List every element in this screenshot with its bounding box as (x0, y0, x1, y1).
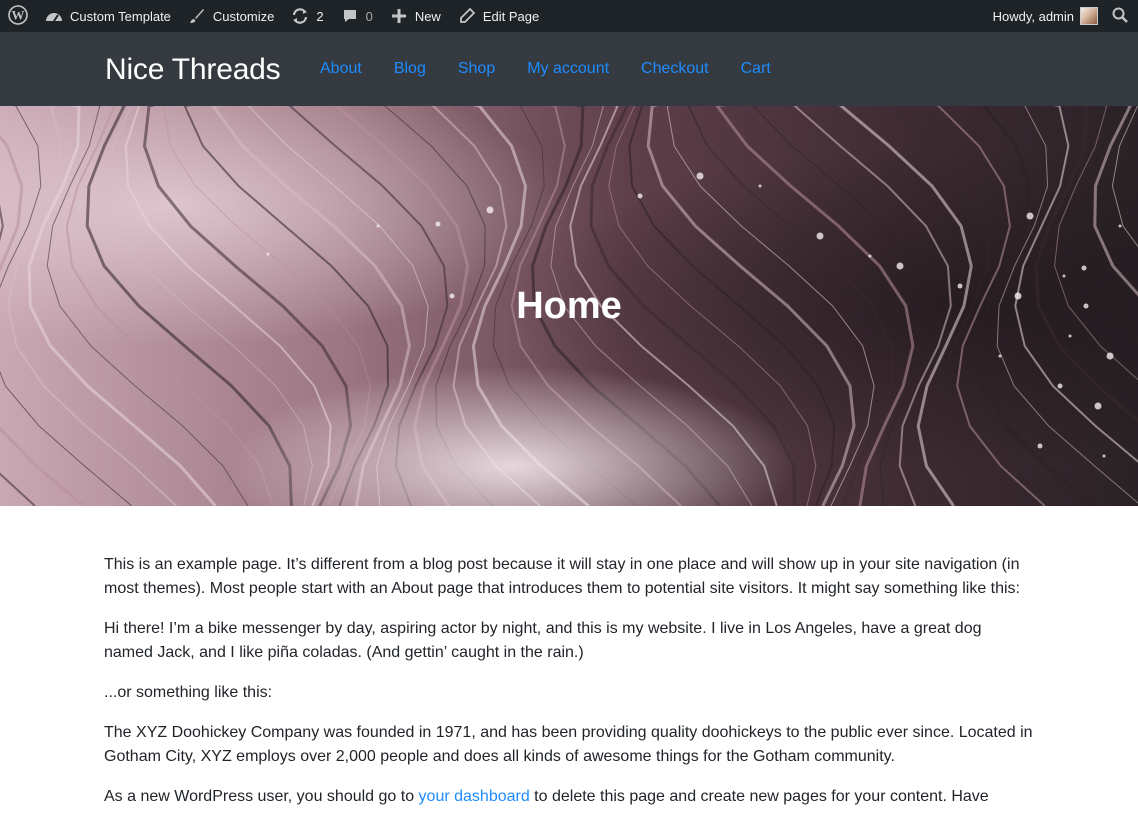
edit-page-label: Edit Page (482, 8, 540, 24)
hero-banner: Home (0, 106, 1138, 506)
site-name-menu[interactable]: Custom Template (36, 0, 179, 32)
content-paragraph: Hi there! I’m a bike messenger by day, a… (104, 620, 982, 661)
nav-item-about[interactable]: About (304, 59, 378, 79)
brush-icon (187, 6, 207, 26)
updates-count: 2 (316, 8, 324, 24)
svg-text:W: W (12, 7, 25, 22)
content-paragraph: This is an example page. It’s different … (104, 556, 1020, 597)
customize-label: Customize (212, 8, 275, 24)
paragraph-text: As a new WordPress user, you should go t… (104, 788, 419, 805)
nav-item-blog[interactable]: Blog (378, 59, 442, 79)
comments-link[interactable]: 0 (332, 0, 381, 32)
greeting-label: Howdy, admin (992, 8, 1074, 24)
my-account-menu[interactable]: Howdy, admin (985, 0, 1102, 32)
paragraph-text: to delete this page and create new pages… (529, 788, 989, 805)
site-brand[interactable]: Nice Threads (105, 52, 281, 88)
content-paragraph: As a new WordPress user, you should go t… (104, 785, 1034, 809)
comment-icon (340, 6, 360, 26)
customize-link[interactable]: Customize (179, 0, 282, 32)
new-content-menu[interactable]: New (381, 0, 449, 32)
comments-count: 0 (365, 8, 373, 24)
search-icon (1112, 7, 1128, 26)
page-content: This is an example page. It’s different … (104, 553, 1034, 825)
updates-link[interactable]: 2 (282, 0, 331, 32)
content-paragraph: The XYZ Doohickey Company was founded in… (104, 724, 1033, 765)
primary-nav: About Blog Shop My account Checkout Cart (304, 59, 787, 79)
wordpress-menu[interactable]: W (0, 0, 36, 32)
new-label: New (414, 8, 441, 24)
nav-item-cart[interactable]: Cart (725, 59, 787, 79)
page-title: Home (516, 285, 622, 327)
site-header: Nice Threads About Blog Shop My account … (0, 32, 1138, 106)
edit-page-link[interactable]: Edit Page (449, 0, 547, 32)
edit-icon (457, 6, 477, 26)
site-name-label: Custom Template (70, 8, 171, 24)
search-toggle[interactable] (1102, 0, 1138, 32)
updates-icon (290, 6, 310, 26)
nav-item-shop[interactable]: Shop (442, 59, 511, 79)
wordpress-icon: W (8, 4, 28, 28)
content-paragraph: ...or something like this: (104, 684, 273, 701)
dashboard-link[interactable]: your dashboard (419, 788, 530, 805)
nav-item-checkout[interactable]: Checkout (625, 59, 725, 79)
nav-item-my-account[interactable]: My account (511, 59, 625, 79)
admin-bar: W Custom Template Customize 2 0 New Edit… (0, 0, 1138, 32)
avatar (1080, 7, 1098, 25)
plus-icon (389, 6, 409, 26)
dashboard-icon (44, 6, 64, 26)
